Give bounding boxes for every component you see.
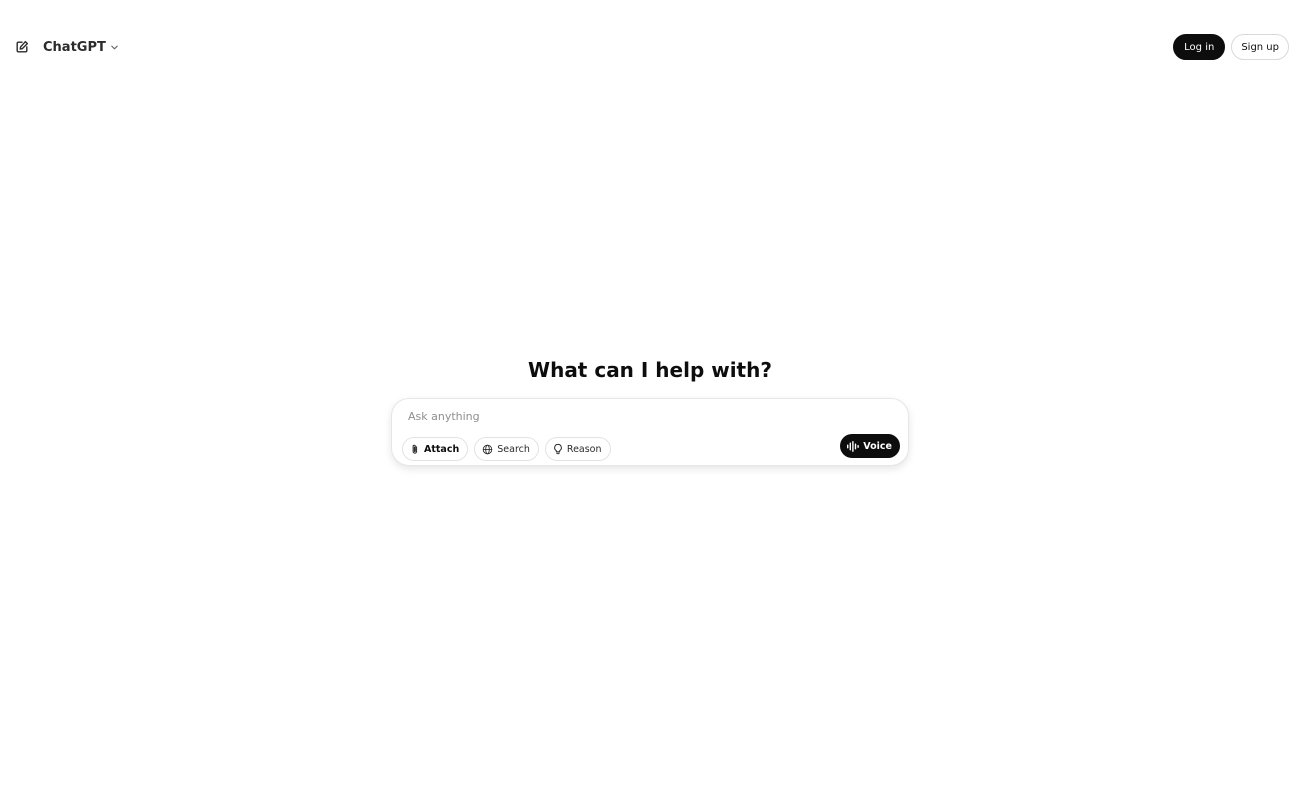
waveform-icon [847, 440, 860, 452]
prompt-composer: Attach Search Reason Voice [391, 398, 909, 466]
login-button[interactable]: Log in [1173, 34, 1226, 60]
reason-button[interactable]: Reason [544, 437, 611, 461]
chevron-down-icon [111, 45, 118, 49]
model-name: ChatGPT [43, 39, 106, 55]
prompt-input[interactable] [408, 407, 838, 425]
new-chat-button[interactable] [12, 37, 32, 57]
attach-label: Attach [424, 443, 460, 455]
composer-tools: Attach Search Reason [402, 437, 611, 461]
auth-buttons: Log in Sign up [1173, 34, 1289, 60]
edit-icon [16, 40, 29, 53]
reason-label: Reason [566, 443, 602, 455]
globe-icon [482, 444, 493, 454]
top-bar: ChatGPT Log in Sign up [0, 0, 1300, 94]
search-button[interactable]: Search [474, 437, 539, 461]
attach-button[interactable]: Attach [402, 437, 469, 461]
paperclip-icon [412, 444, 418, 454]
voice-label: Voice [863, 440, 892, 452]
search-label: Search [497, 443, 530, 455]
page-headline: What can I help with? [528, 358, 772, 382]
model-selector[interactable]: ChatGPT [43, 36, 119, 58]
lightbulb-icon [554, 443, 562, 455]
signup-button[interactable]: Sign up [1231, 34, 1289, 60]
voice-button[interactable]: Voice [840, 434, 900, 458]
